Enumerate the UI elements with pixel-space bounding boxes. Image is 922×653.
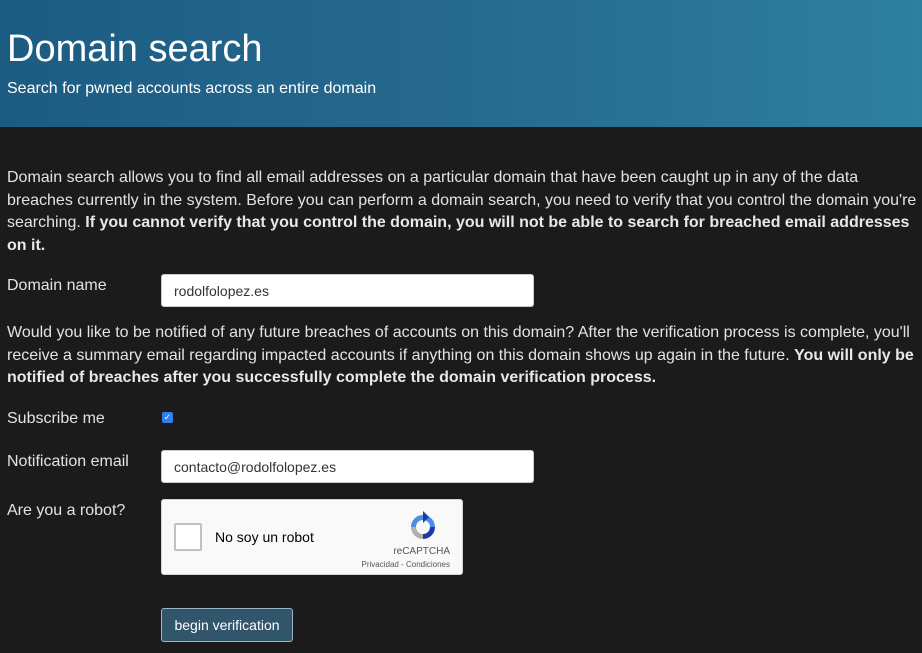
- robot-label: Are you a robot?: [7, 502, 126, 519]
- notification-email-input[interactable]: [161, 450, 534, 483]
- notify-paragraph: Would you like to be notified of any fut…: [7, 322, 919, 390]
- page-subtitle: Search for pwned accounts across an enti…: [7, 80, 377, 97]
- subscribe-checkbox[interactable]: ✓: [162, 412, 173, 423]
- recaptcha-brand: reCAPTCHA: [393, 546, 450, 557]
- subscribe-label: Subscribe me: [7, 410, 105, 427]
- intro-paragraph: Domain search allows you to find all ema…: [7, 167, 919, 258]
- recaptcha-terms-link[interactable]: Privacidad - Condiciones: [362, 560, 451, 569]
- recaptcha-logo-icon: [411, 511, 435, 539]
- recaptcha-label: No soy un robot: [215, 529, 314, 545]
- notification-email-label: Notification email: [7, 453, 129, 470]
- begin-verification-button[interactable]: begin verification: [161, 608, 293, 642]
- domain-name-input[interactable]: [161, 274, 534, 307]
- page-header: Domain search Search for pwned accounts …: [0, 0, 922, 127]
- recaptcha-widget: No soy un robot reCAPTCHA Privacidad - C…: [161, 499, 463, 575]
- page-title: Domain search: [7, 28, 263, 70]
- recaptcha-checkbox[interactable]: [174, 523, 202, 551]
- domain-name-label: Domain name: [7, 277, 107, 294]
- checkmark-icon: ✓: [163, 412, 172, 422]
- intro-warning: If you cannot verify that you control th…: [7, 214, 910, 255]
- notify-text: Would you like to be notified of any fut…: [7, 324, 910, 364]
